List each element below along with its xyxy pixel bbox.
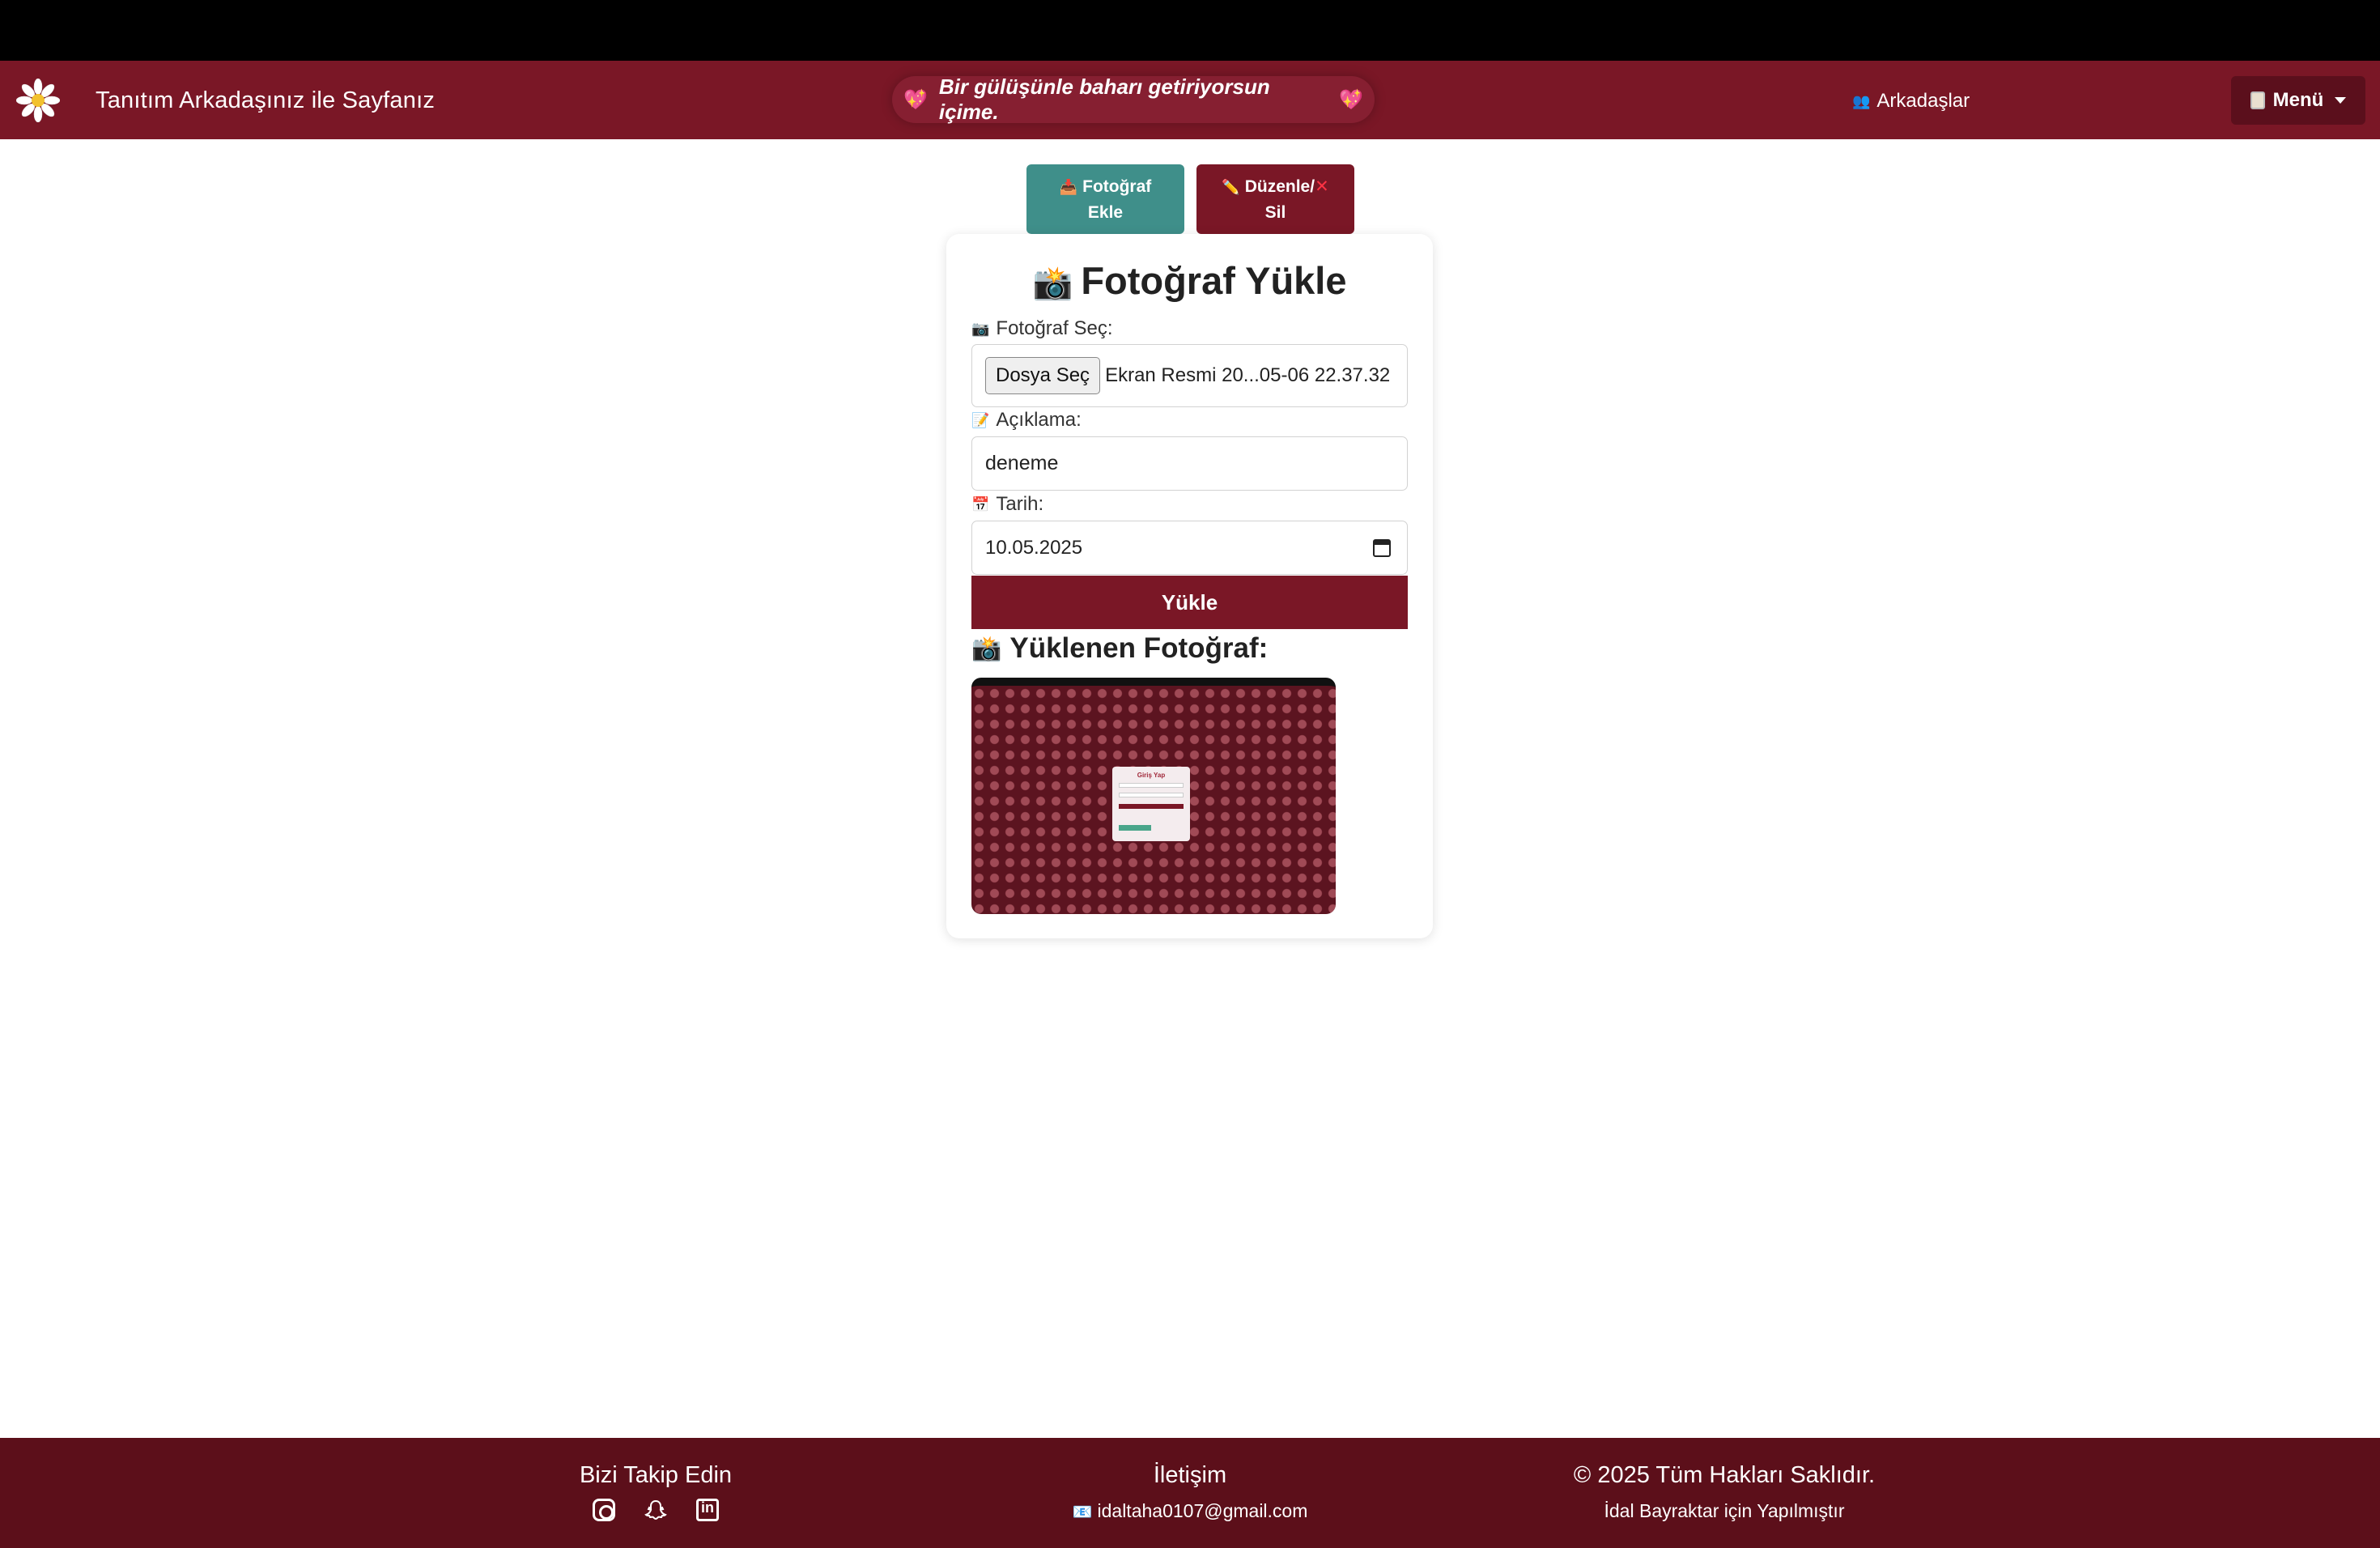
- instagram-icon[interactable]: [593, 1499, 615, 1521]
- edit-label-2: Sil: [1264, 203, 1286, 222]
- footer-rights-section: © 2025 Tüm Hakları Saklıdır. İdal Bayrak…: [1538, 1462, 1910, 1522]
- upload-title-text: Fotoğraf Yükle: [1081, 259, 1347, 302]
- memo-icon: 📝: [971, 411, 990, 428]
- file-name: Ekran Resmi 20...05-06 22.37.32: [1105, 364, 1391, 386]
- footer-email-line: 📧 idaltaha0107@gmail.com: [1028, 1500, 1352, 1522]
- date-value: 10.05.2025: [985, 536, 1083, 559]
- footer: Bizi Takip Edin İletişim 📧 idaltaha0107@g…: [0, 1438, 2380, 1548]
- footer-contact-title: İletişim: [1153, 1462, 1227, 1488]
- cross-mark-icon: ✕: [1315, 177, 1329, 196]
- camera-icon: 📷: [971, 320, 990, 337]
- brand-title: Tanıtım Arkadaşınız ile Sayfanız: [96, 87, 436, 113]
- upload-title: 📸 Fotoğraf Yükle: [946, 258, 1433, 303]
- photo-thumbnail-content: Giriş Yap: [1112, 767, 1190, 841]
- snapchat-icon[interactable]: [644, 1499, 667, 1521]
- footer-follow-title: Bizi Takip Edin: [579, 1462, 733, 1488]
- edit-label-1: Düzenle/: [1244, 177, 1315, 196]
- description-label: 📝 Açıklama:: [971, 409, 1082, 432]
- uploaded-photo-title: 📸 Yüklenen Fotoğraf:: [971, 632, 1268, 665]
- footer-email[interactable]: idaltaha0107@gmail.com: [1098, 1500, 1308, 1521]
- upload-card: 📸 Fotoğraf Yükle 📷 Fotoğraf Seç: Dosya Se…: [946, 234, 1433, 938]
- footer-rights: © 2025 Tüm Hakları Saklıdır.: [1573, 1462, 1876, 1488]
- file-label: 📷 Fotoğraf Seç:: [971, 317, 1113, 340]
- description-input[interactable]: deneme: [971, 436, 1408, 491]
- thumbnail-input: [1119, 793, 1184, 797]
- pencil-icon: ✏️: [1222, 179, 1240, 195]
- camera-flash-icon: 📸: [1032, 266, 1073, 301]
- thumbnail-button: [1119, 804, 1184, 809]
- file-input[interactable]: Dosya Seç Ekran Resmi 20...05-06 22.37.3…: [971, 344, 1408, 407]
- thumbnail-title: Giriş Yap: [1137, 772, 1166, 779]
- nav-link-friends-label: Arkadaşlar: [1876, 90, 1970, 112]
- camera-flash-icon: 📸: [971, 635, 1002, 662]
- clipboard-icon: [2250, 91, 2265, 109]
- people-icon: 👥: [1852, 92, 1871, 109]
- social-links: [550, 1499, 761, 1521]
- quote-banner: 💖 Bir gülüşünle baharı getiriyorsun içim…: [892, 74, 1375, 124]
- edit-delete-button[interactable]: ✏️ Düzenle/✕ Sil: [1196, 164, 1354, 234]
- brand[interactable]: Tanıtım Arkadaşınız ile Sayfanız: [16, 79, 435, 122]
- footer-contact-section: İletişim 📧 idaltaha0107@gmail.com: [1028, 1462, 1352, 1522]
- menu-dropdown-button[interactable]: Menü: [2231, 76, 2365, 125]
- envelope-icon: 📧: [1072, 1503, 1093, 1521]
- heart-icon: 💖: [1339, 88, 1363, 111]
- footer-follow-section: Bizi Takip Edin: [550, 1462, 761, 1521]
- calendar-icon: 📅: [971, 495, 990, 512]
- description-label-text: Açıklama:: [996, 409, 1082, 431]
- date-input[interactable]: 10.05.2025: [971, 521, 1408, 575]
- thumbnail-green-button: [1119, 825, 1151, 831]
- add-photo-button[interactable]: 📥 Fotoğraf Ekle: [1026, 164, 1184, 234]
- linkedin-icon[interactable]: [696, 1499, 719, 1521]
- add-photo-label-2: Ekle: [1087, 203, 1124, 222]
- calendar-picker-icon[interactable]: [1373, 539, 1391, 557]
- inbox-tray-icon: 📥: [1059, 179, 1078, 195]
- thumbnail-input: [1119, 783, 1184, 788]
- choose-file-button[interactable]: Dosya Seç: [985, 357, 1101, 394]
- date-label: 📅 Tarih:: [971, 493, 1043, 516]
- heart-icon: 💖: [903, 88, 928, 111]
- footer-made-for: İdal Bayraktar için Yapılmıştır: [1604, 1500, 1845, 1521]
- daisy-logo-icon: [16, 79, 60, 122]
- browser-top-bar: [0, 0, 2380, 61]
- quote-text: Bir gülüşünle baharı getiriyorsun içime.: [938, 74, 1270, 124]
- uploaded-title-text: Yüklenen Fotoğraf:: [1009, 632, 1269, 664]
- date-label-text: Tarih:: [996, 493, 1044, 515]
- navbar: Tanıtım Arkadaşınız ile Sayfanız 💖 Bir g…: [0, 61, 2380, 139]
- upload-submit-button[interactable]: Yükle: [971, 576, 1408, 629]
- nav-link-friends[interactable]: 👥 Arkadaşlar: [1852, 88, 1970, 114]
- add-photo-label-1: Fotoğraf: [1082, 177, 1152, 196]
- uploaded-photo: Giriş Yap: [971, 678, 1336, 914]
- chevron-down-icon: [2335, 97, 2347, 104]
- file-label-text: Fotoğraf Seç:: [996, 317, 1113, 339]
- menu-label: Menü: [2272, 89, 2324, 111]
